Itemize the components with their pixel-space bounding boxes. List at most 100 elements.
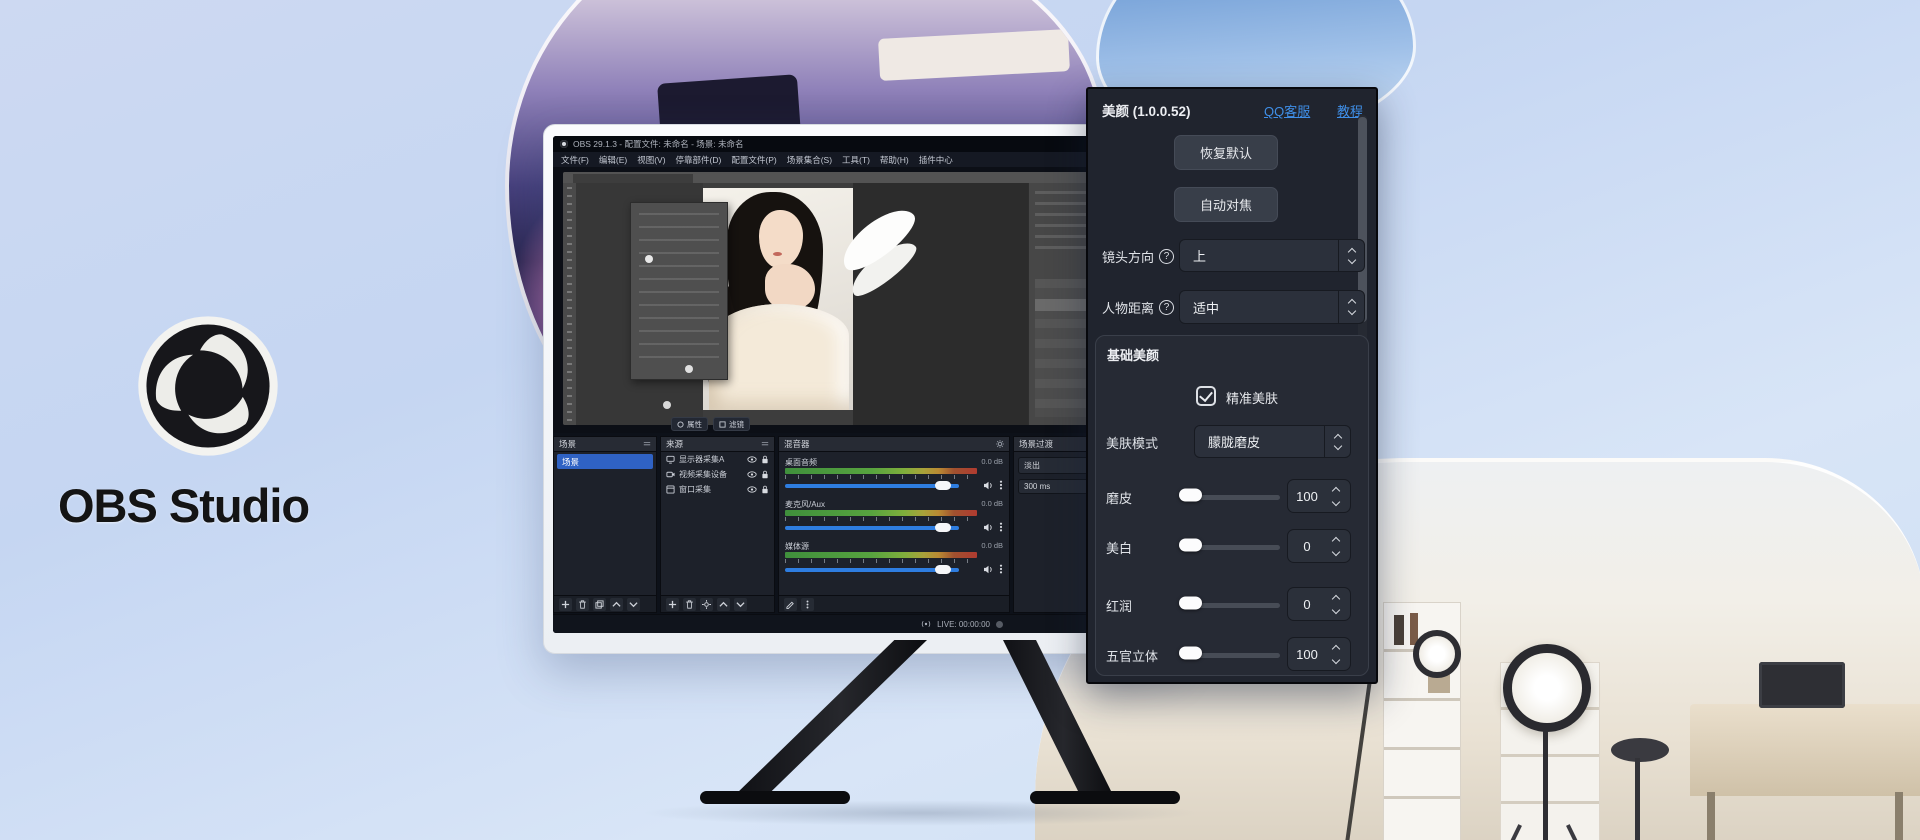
- rosy-value-box[interactable]: 0: [1287, 587, 1351, 621]
- camera-direction-select[interactable]: 上: [1179, 239, 1365, 272]
- visibility-eye-icon[interactable]: [747, 486, 757, 493]
- tripod-leg: [1342, 683, 1371, 840]
- person-distance-select[interactable]: 适中: [1179, 290, 1365, 324]
- mixer-config-button[interactable]: [784, 598, 797, 611]
- face-3d-label: 五官立体: [1106, 646, 1158, 665]
- volume-meter: [785, 468, 977, 474]
- camera-source-icon: [666, 470, 675, 479]
- spinner-arrows-icon[interactable]: [1326, 538, 1346, 555]
- spinner-arrows-icon[interactable]: [1326, 596, 1346, 613]
- menu-file[interactable]: 文件(F): [561, 154, 589, 166]
- obs-titlebar: OBS 29.1.3 - 配置文件: 未命名 - 场景: 未命名: [553, 136, 1163, 152]
- slider-handle[interactable]: [1179, 489, 1202, 502]
- volume-slider-handle[interactable]: [935, 481, 951, 490]
- skin-mode-select[interactable]: 朦胧磨皮: [1194, 425, 1351, 458]
- whitening-slider[interactable]: [1191, 545, 1280, 550]
- select-arrows-icon[interactable]: [1324, 426, 1350, 457]
- filters-button[interactable]: 滤镜: [713, 417, 750, 431]
- smoothing-slider-row: 磨皮 100: [1096, 479, 1368, 515]
- ring-light: [1503, 644, 1591, 732]
- visibility-eye-icon[interactable]: [747, 471, 757, 478]
- ps-settings-dialog: [630, 202, 728, 380]
- slider-handle[interactable]: [1179, 539, 1202, 552]
- ps-tabbar: [563, 172, 1150, 183]
- face-3d-slider[interactable]: [1191, 653, 1280, 658]
- source-properties-button[interactable]: [700, 598, 713, 611]
- select-arrows-icon[interactable]: [1338, 291, 1364, 323]
- scene-down-button[interactable]: [627, 598, 640, 611]
- speaker-icon[interactable]: [983, 481, 994, 490]
- monitor-stand-foot-left: [700, 791, 850, 804]
- skin-mode-label: 美肤模式: [1106, 433, 1158, 452]
- volume-slider[interactable]: [785, 568, 959, 572]
- volume-slider[interactable]: [785, 526, 959, 530]
- autofocus-button[interactable]: 自动对焦: [1174, 187, 1278, 222]
- spinner-arrows-icon[interactable]: [1326, 646, 1346, 663]
- visibility-eye-icon[interactable]: [747, 456, 757, 463]
- dock-menu-icon[interactable]: [643, 440, 651, 448]
- slider-handle[interactable]: [1179, 597, 1202, 610]
- db-value: 0.0 dB: [981, 499, 1003, 510]
- window-source-icon: [666, 485, 675, 494]
- menu-plugin-center[interactable]: 插件中心: [919, 154, 953, 166]
- db-value: 0.0 dB: [981, 541, 1003, 552]
- whitening-label: 美白: [1106, 538, 1132, 557]
- properties-button[interactable]: 属性: [671, 417, 708, 431]
- select-arrows-icon[interactable]: [1338, 240, 1364, 271]
- scene-up-button[interactable]: [610, 598, 623, 611]
- menu-help[interactable]: 帮助(H): [880, 154, 909, 166]
- add-scene-button[interactable]: [559, 598, 572, 611]
- mixer-channel: 媒体源0.0 dB: [785, 541, 1003, 552]
- speaker-icon[interactable]: [983, 565, 994, 574]
- rosy-label: 红润: [1106, 596, 1132, 615]
- desk-leg: [1707, 792, 1715, 840]
- camera-direction-label: 镜头方向: [1102, 247, 1154, 266]
- source-row[interactable]: 窗口采集: [661, 482, 774, 497]
- whitening-value-box[interactable]: 0: [1287, 529, 1351, 563]
- scene-item-selected[interactable]: 场景: [557, 454, 653, 469]
- help-icon[interactable]: ?: [1159, 300, 1174, 315]
- add-source-button[interactable]: [666, 598, 679, 611]
- channel-options-icon[interactable]: [999, 564, 1003, 574]
- mixer-dock-title: 混音器: [784, 438, 810, 450]
- duplicate-scene-button[interactable]: [593, 598, 606, 611]
- advanced-audio-button[interactable]: [801, 598, 814, 611]
- scenes-dock-title: 场景: [559, 438, 576, 450]
- lock-icon[interactable]: [761, 470, 769, 479]
- source-down-button[interactable]: [734, 598, 747, 611]
- gear-icon[interactable]: [996, 440, 1004, 448]
- studio-laptop: [1759, 662, 1845, 708]
- menu-profile[interactable]: 配置文件(P): [731, 154, 776, 166]
- remove-scene-button[interactable]: [576, 598, 589, 611]
- spinner-arrows-icon[interactable]: [1326, 488, 1346, 505]
- menu-edit[interactable]: 编辑(E): [599, 154, 627, 166]
- channel-options-icon[interactable]: [999, 522, 1003, 532]
- ps-toolbar: [563, 183, 576, 425]
- source-up-button[interactable]: [717, 598, 730, 611]
- smoothing-value-box[interactable]: 100: [1287, 479, 1351, 513]
- lock-icon[interactable]: [761, 455, 769, 464]
- slider-handle[interactable]: [1179, 647, 1202, 660]
- menu-scene-collection[interactable]: 场景集合(S): [787, 154, 832, 166]
- rosy-slider[interactable]: [1191, 603, 1280, 608]
- source-row[interactable]: 视频采集设备: [661, 467, 774, 482]
- lock-icon[interactable]: [761, 485, 769, 494]
- help-icon[interactable]: ?: [1159, 249, 1174, 264]
- smoothing-slider[interactable]: [1191, 495, 1280, 500]
- source-row[interactable]: 显示器采集A: [661, 452, 774, 467]
- menu-docks[interactable]: 停靠部件(D): [676, 154, 722, 166]
- face-3d-value-box[interactable]: 100: [1287, 637, 1351, 671]
- obs-menubar: 文件(F) 编辑(E) 视图(V) 停靠部件(D) 配置文件(P) 场景集合(S…: [553, 152, 1163, 167]
- speaker-icon[interactable]: [983, 523, 994, 532]
- volume-slider-handle[interactable]: [935, 565, 951, 574]
- channel-options-icon[interactable]: [999, 480, 1003, 490]
- menu-view[interactable]: 视图(V): [637, 154, 665, 166]
- qq-support-link[interactable]: QQ客服: [1264, 101, 1310, 120]
- remove-source-button[interactable]: [683, 598, 696, 611]
- volume-slider[interactable]: [785, 484, 959, 488]
- dock-menu-icon[interactable]: [761, 440, 769, 448]
- restore-defaults-button[interactable]: 恢复默认: [1174, 135, 1278, 170]
- volume-slider-handle[interactable]: [935, 523, 951, 532]
- precise-skin-checkbox[interactable]: [1196, 386, 1216, 406]
- menu-tools[interactable]: 工具(T): [842, 154, 870, 166]
